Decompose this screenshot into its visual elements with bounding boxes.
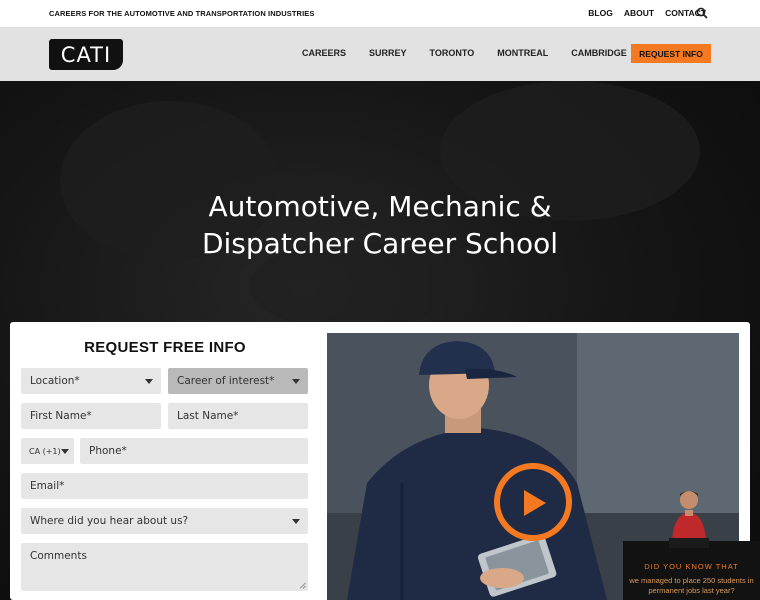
- top-links: BLOG ABOUT CONTACT: [588, 8, 706, 18]
- hear-about-label: Where did you hear about us?: [30, 515, 189, 527]
- search-icon[interactable]: [696, 7, 708, 19]
- email-input[interactable]: Email*: [21, 473, 308, 499]
- about-link[interactable]: ABOUT: [624, 8, 654, 18]
- nav-surrey[interactable]: SURREY: [369, 48, 407, 58]
- career-select[interactable]: Career of interest*: [168, 368, 308, 394]
- avatar: [669, 491, 709, 548]
- phone-input[interactable]: Phone*: [80, 438, 308, 464]
- last-name-placeholder: Last Name*: [177, 410, 239, 422]
- chevron-down-icon: [61, 449, 69, 454]
- hero-title-line1: Automotive, Mechanic &: [208, 190, 552, 223]
- form-title: REQUEST FREE INFO: [84, 339, 246, 356]
- nav-careers[interactable]: CAREERS: [302, 48, 346, 58]
- nav-toronto[interactable]: TORONTO: [430, 48, 475, 58]
- chevron-down-icon: [292, 379, 300, 384]
- request-info-button[interactable]: REQUEST INFO: [631, 44, 711, 63]
- first-name-placeholder: First Name*: [30, 410, 92, 422]
- top-bar: CAREERS FOR THE AUTOMOTIVE AND TRANSPORT…: [0, 0, 760, 27]
- nav-cambridge[interactable]: CAMBRIDGE: [571, 48, 627, 58]
- cati-logo[interactable]: CATI: [49, 39, 123, 70]
- phone-placeholder: Phone*: [89, 445, 127, 457]
- country-code-select[interactable]: CA (+1): [21, 438, 74, 464]
- resize-handle-icon[interactable]: [299, 582, 306, 589]
- tagline: CAREERS FOR THE AUTOMOTIVE AND TRANSPORT…: [49, 9, 315, 18]
- first-name-input[interactable]: First Name*: [21, 403, 161, 429]
- play-icon: [524, 490, 546, 516]
- career-label: Career of interest*: [177, 375, 275, 387]
- did-you-know-title: DID YOU KNOW THAT: [644, 562, 739, 571]
- last-name-input[interactable]: Last Name*: [168, 403, 308, 429]
- email-placeholder: Email*: [30, 480, 65, 492]
- chevron-down-icon: [145, 379, 153, 384]
- main-nav: CAREERS SURREY TORONTO MONTREAL CAMBRIDG…: [302, 48, 627, 58]
- chevron-down-icon: [292, 519, 300, 524]
- hero-title: Automotive, Mechanic & Dispatcher Career…: [0, 188, 760, 262]
- hero-title-line2: Dispatcher Career School: [201, 227, 559, 260]
- location-select[interactable]: Location*: [21, 368, 161, 394]
- did-you-know-text: we managed to place 250 students in perm…: [629, 576, 754, 595]
- comments-placeholder: Comments: [30, 550, 87, 562]
- location-label: Location*: [30, 375, 80, 387]
- country-code-label: CA (+1): [29, 446, 61, 456]
- hear-about-select[interactable]: Where did you hear about us?: [21, 508, 308, 534]
- blog-link[interactable]: BLOG: [588, 8, 613, 18]
- comments-textarea[interactable]: Comments: [21, 543, 308, 591]
- nav-montreal[interactable]: MONTREAL: [497, 48, 548, 58]
